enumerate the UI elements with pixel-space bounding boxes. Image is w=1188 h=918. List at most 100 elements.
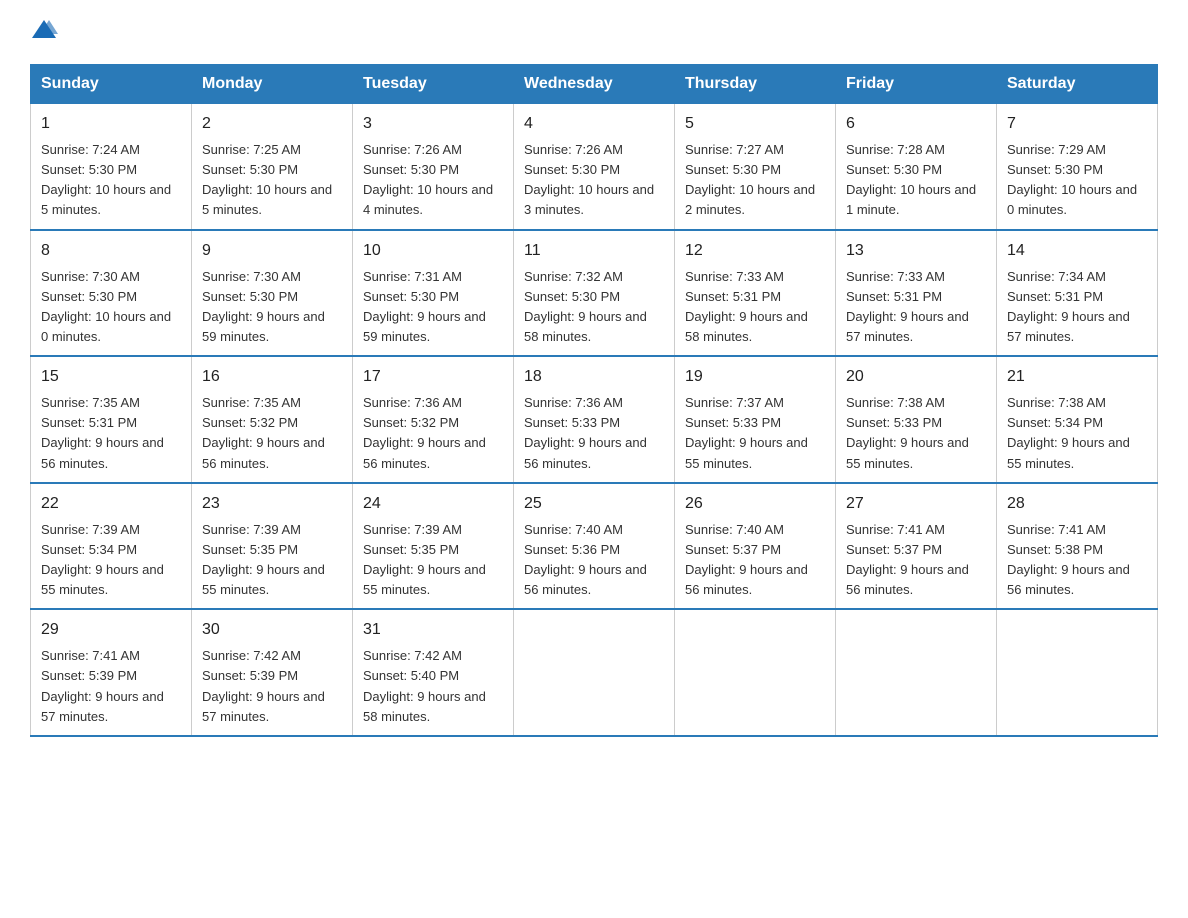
day-info: Sunrise: 7:36 AMSunset: 5:33 PMDaylight:… <box>524 393 664 474</box>
calendar-cell: 30 Sunrise: 7:42 AMSunset: 5:39 PMDayligh… <box>192 609 353 736</box>
day-number: 29 <box>41 618 181 642</box>
calendar-cell: 13Sunrise: 7:33 AMSunset: 5:31 PMDayligh… <box>836 230 997 357</box>
calendar-cell: 20 Sunrise: 7:38 AMSunset: 5:33 PMDayligh… <box>836 356 997 483</box>
day-info: Sunrise: 7:39 AMSunset: 5:35 PMDaylight:… <box>363 520 503 601</box>
day-info: Sunrise: 7:38 AMSunset: 5:33 PMDaylight:… <box>846 393 986 474</box>
calendar-cell: 9Sunrise: 7:30 AMSunset: 5:30 PMDaylight… <box>192 230 353 357</box>
day-number: 15 <box>41 365 181 389</box>
col-header-friday: Friday <box>836 65 997 104</box>
day-number: 5 <box>685 112 825 136</box>
day-number: 23 <box>202 492 342 516</box>
calendar-cell: 17 Sunrise: 7:36 AMSunset: 5:32 PMDayligh… <box>353 356 514 483</box>
calendar-cell: 19 Sunrise: 7:37 AMSunset: 5:33 PMDayligh… <box>675 356 836 483</box>
calendar-cell: 24 Sunrise: 7:39 AMSunset: 5:35 PMDayligh… <box>353 483 514 610</box>
calendar-cell: 15Sunrise: 7:35 AMSunset: 5:31 PMDayligh… <box>31 356 192 483</box>
day-info: Sunrise: 7:32 AMSunset: 5:30 PMDaylight:… <box>524 267 664 348</box>
day-info: Sunrise: 7:34 AMSunset: 5:31 PMDaylight:… <box>1007 267 1147 348</box>
calendar-cell: 4 Sunrise: 7:26 AMSunset: 5:30 PMDaylight… <box>514 104 675 230</box>
day-number: 12 <box>685 239 825 263</box>
calendar-cell: 14 Sunrise: 7:34 AMSunset: 5:31 PMDayligh… <box>997 230 1158 357</box>
calendar-cell: 2 Sunrise: 7:25 AMSunset: 5:30 PMDaylight… <box>192 104 353 230</box>
day-info: Sunrise: 7:33 AMSunset: 5:31 PMDaylight:… <box>685 267 825 348</box>
day-info: Sunrise: 7:24 AMSunset: 5:30 PMDaylight:… <box>41 140 181 221</box>
calendar-cell <box>997 609 1158 736</box>
calendar-week-row: 8 Sunrise: 7:30 AMSunset: 5:30 PMDaylight… <box>31 230 1158 357</box>
day-info: Sunrise: 7:36 AMSunset: 5:32 PMDaylight:… <box>363 393 503 474</box>
day-info: Sunrise: 7:40 AMSunset: 5:37 PMDaylight:… <box>685 520 825 601</box>
day-info: Sunrise: 7:42 AMSunset: 5:40 PMDaylight:… <box>363 646 503 727</box>
day-info: Sunrise: 7:41 AMSunset: 5:39 PMDaylight:… <box>41 646 181 727</box>
day-info: Sunrise: 7:41 AMSunset: 5:38 PMDaylight:… <box>1007 520 1147 601</box>
calendar-week-row: 1Sunrise: 7:24 AMSunset: 5:30 PMDaylight… <box>31 104 1158 230</box>
calendar-table: SundayMondayTuesdayWednesdayThursdayFrid… <box>30 64 1158 737</box>
day-number: 4 <box>524 112 664 136</box>
day-number: 10 <box>363 239 503 263</box>
calendar-week-row: 15Sunrise: 7:35 AMSunset: 5:31 PMDayligh… <box>31 356 1158 483</box>
day-number: 30 <box>202 618 342 642</box>
calendar-cell: 8 Sunrise: 7:30 AMSunset: 5:30 PMDaylight… <box>31 230 192 357</box>
col-header-thursday: Thursday <box>675 65 836 104</box>
day-number: 18 <box>524 365 664 389</box>
day-info: Sunrise: 7:35 AMSunset: 5:32 PMDaylight:… <box>202 393 342 474</box>
calendar-week-row: 22 Sunrise: 7:39 AMSunset: 5:34 PMDayligh… <box>31 483 1158 610</box>
day-number: 24 <box>363 492 503 516</box>
calendar-week-row: 29 Sunrise: 7:41 AMSunset: 5:39 PMDayligh… <box>31 609 1158 736</box>
day-number: 9 <box>202 239 342 263</box>
col-header-sunday: Sunday <box>31 65 192 104</box>
day-number: 8 <box>41 239 181 263</box>
day-number: 6 <box>846 112 986 136</box>
col-header-wednesday: Wednesday <box>514 65 675 104</box>
calendar-cell: 22 Sunrise: 7:39 AMSunset: 5:34 PMDayligh… <box>31 483 192 610</box>
calendar-cell: 10 Sunrise: 7:31 AMSunset: 5:30 PMDayligh… <box>353 230 514 357</box>
day-info: Sunrise: 7:42 AMSunset: 5:39 PMDaylight:… <box>202 646 342 727</box>
day-number: 27 <box>846 492 986 516</box>
day-number: 7 <box>1007 112 1147 136</box>
day-info: Sunrise: 7:30 AMSunset: 5:30 PMDaylight:… <box>41 267 181 348</box>
calendar-cell: 12 Sunrise: 7:33 AMSunset: 5:31 PMDayligh… <box>675 230 836 357</box>
day-info: Sunrise: 7:28 AMSunset: 5:30 PMDaylight:… <box>846 140 986 221</box>
day-number: 16 <box>202 365 342 389</box>
day-info: Sunrise: 7:39 AMSunset: 5:35 PMDaylight:… <box>202 520 342 601</box>
day-info: Sunrise: 7:38 AMSunset: 5:34 PMDaylight:… <box>1007 393 1147 474</box>
day-number: 17 <box>363 365 503 389</box>
col-header-tuesday: Tuesday <box>353 65 514 104</box>
calendar-cell: 29 Sunrise: 7:41 AMSunset: 5:39 PMDayligh… <box>31 609 192 736</box>
calendar-cell: 28 Sunrise: 7:41 AMSunset: 5:38 PMDayligh… <box>997 483 1158 610</box>
calendar-cell: 6 Sunrise: 7:28 AMSunset: 5:30 PMDaylight… <box>836 104 997 230</box>
day-number: 22 <box>41 492 181 516</box>
col-header-monday: Monday <box>192 65 353 104</box>
calendar-cell: 11 Sunrise: 7:32 AMSunset: 5:30 PMDayligh… <box>514 230 675 357</box>
day-number: 21 <box>1007 365 1147 389</box>
day-number: 11 <box>524 239 664 263</box>
calendar-cell <box>836 609 997 736</box>
day-number: 19 <box>685 365 825 389</box>
calendar-cell: 1Sunrise: 7:24 AMSunset: 5:30 PMDaylight… <box>31 104 192 230</box>
day-info: Sunrise: 7:26 AMSunset: 5:30 PMDaylight:… <box>363 140 503 221</box>
calendar-cell: 18 Sunrise: 7:36 AMSunset: 5:33 PMDayligh… <box>514 356 675 483</box>
logo <box>30 20 58 44</box>
calendar-cell: 7Sunrise: 7:29 AMSunset: 5:30 PMDaylight… <box>997 104 1158 230</box>
day-info: Sunrise: 7:37 AMSunset: 5:33 PMDaylight:… <box>685 393 825 474</box>
day-info: Sunrise: 7:25 AMSunset: 5:30 PMDaylight:… <box>202 140 342 221</box>
calendar-cell: 23 Sunrise: 7:39 AMSunset: 5:35 PMDayligh… <box>192 483 353 610</box>
calendar-cell: 3 Sunrise: 7:26 AMSunset: 5:30 PMDaylight… <box>353 104 514 230</box>
day-info: Sunrise: 7:31 AMSunset: 5:30 PMDaylight:… <box>363 267 503 348</box>
calendar-cell: 31 Sunrise: 7:42 AMSunset: 5:40 PMDayligh… <box>353 609 514 736</box>
logo-triangle-icon <box>30 16 58 44</box>
calendar-cell <box>675 609 836 736</box>
day-number: 14 <box>1007 239 1147 263</box>
day-info: Sunrise: 7:27 AMSunset: 5:30 PMDaylight:… <box>685 140 825 221</box>
calendar-cell: 26Sunrise: 7:40 AMSunset: 5:37 PMDayligh… <box>675 483 836 610</box>
calendar-header-row: SundayMondayTuesdayWednesdayThursdayFrid… <box>31 65 1158 104</box>
day-number: 25 <box>524 492 664 516</box>
day-number: 28 <box>1007 492 1147 516</box>
day-info: Sunrise: 7:33 AMSunset: 5:31 PMDaylight:… <box>846 267 986 348</box>
day-number: 2 <box>202 112 342 136</box>
day-number: 31 <box>363 618 503 642</box>
day-number: 3 <box>363 112 503 136</box>
page-header <box>30 20 1158 44</box>
day-number: 20 <box>846 365 986 389</box>
calendar-cell <box>514 609 675 736</box>
day-info: Sunrise: 7:39 AMSunset: 5:34 PMDaylight:… <box>41 520 181 601</box>
day-info: Sunrise: 7:26 AMSunset: 5:30 PMDaylight:… <box>524 140 664 221</box>
